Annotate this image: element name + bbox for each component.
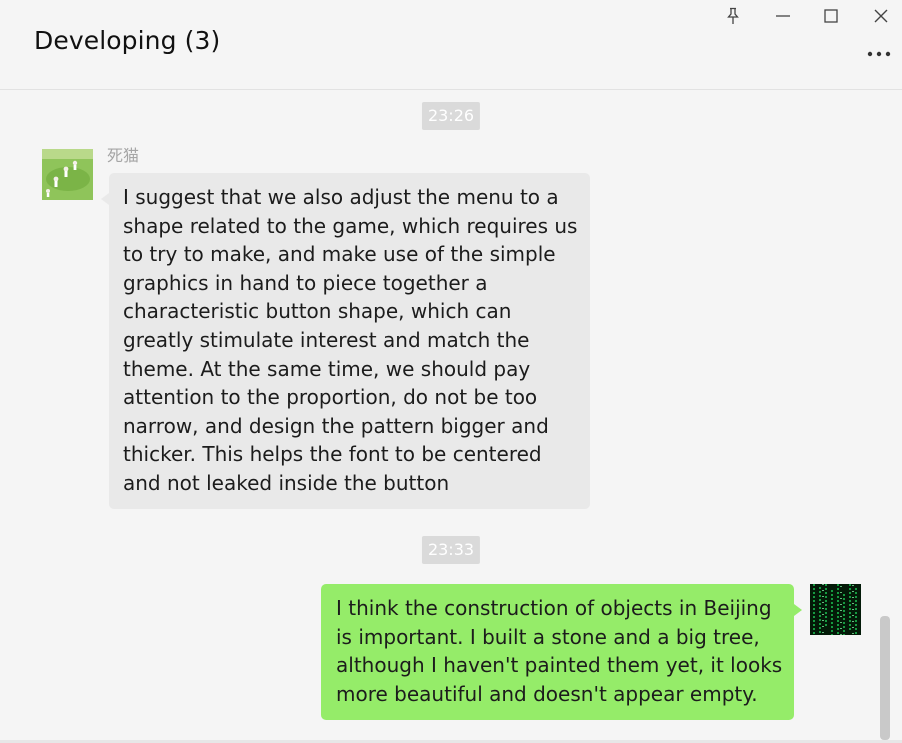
timestamp-badge: 23:33 bbox=[421, 536, 481, 564]
maximize-icon bbox=[824, 9, 838, 23]
close-button[interactable] bbox=[868, 4, 894, 28]
scrollbar-thumb[interactable] bbox=[880, 616, 890, 740]
close-icon bbox=[874, 9, 888, 23]
incoming-message-bubble[interactable]: I suggest that we also adjust the menu t… bbox=[101, 173, 590, 509]
timestamp-badge: 23:26 bbox=[421, 102, 481, 130]
self-avatar[interactable] bbox=[810, 584, 861, 635]
chat-title: Developing (3) bbox=[34, 26, 221, 55]
chat-header: Developing (3) bbox=[0, 0, 902, 90]
minimize-icon bbox=[776, 15, 790, 17]
minimize-button[interactable] bbox=[770, 4, 796, 28]
more-options-button[interactable] bbox=[866, 44, 892, 64]
matrix-code-avatar bbox=[810, 584, 861, 635]
meadow-photo-avatar bbox=[42, 149, 93, 200]
maximize-button[interactable] bbox=[818, 4, 844, 28]
pin-button[interactable] bbox=[720, 4, 746, 28]
message-list[interactable]: 23:26 死猫 I suggest that we also adjust t… bbox=[0, 90, 890, 743]
pin-icon bbox=[727, 7, 739, 24]
sender-name: 死猫 bbox=[107, 146, 140, 165]
outgoing-message-bubble[interactable]: I think the construction of objects in B… bbox=[321, 584, 802, 720]
more-icon bbox=[867, 51, 891, 57]
sender-avatar[interactable] bbox=[42, 149, 93, 200]
